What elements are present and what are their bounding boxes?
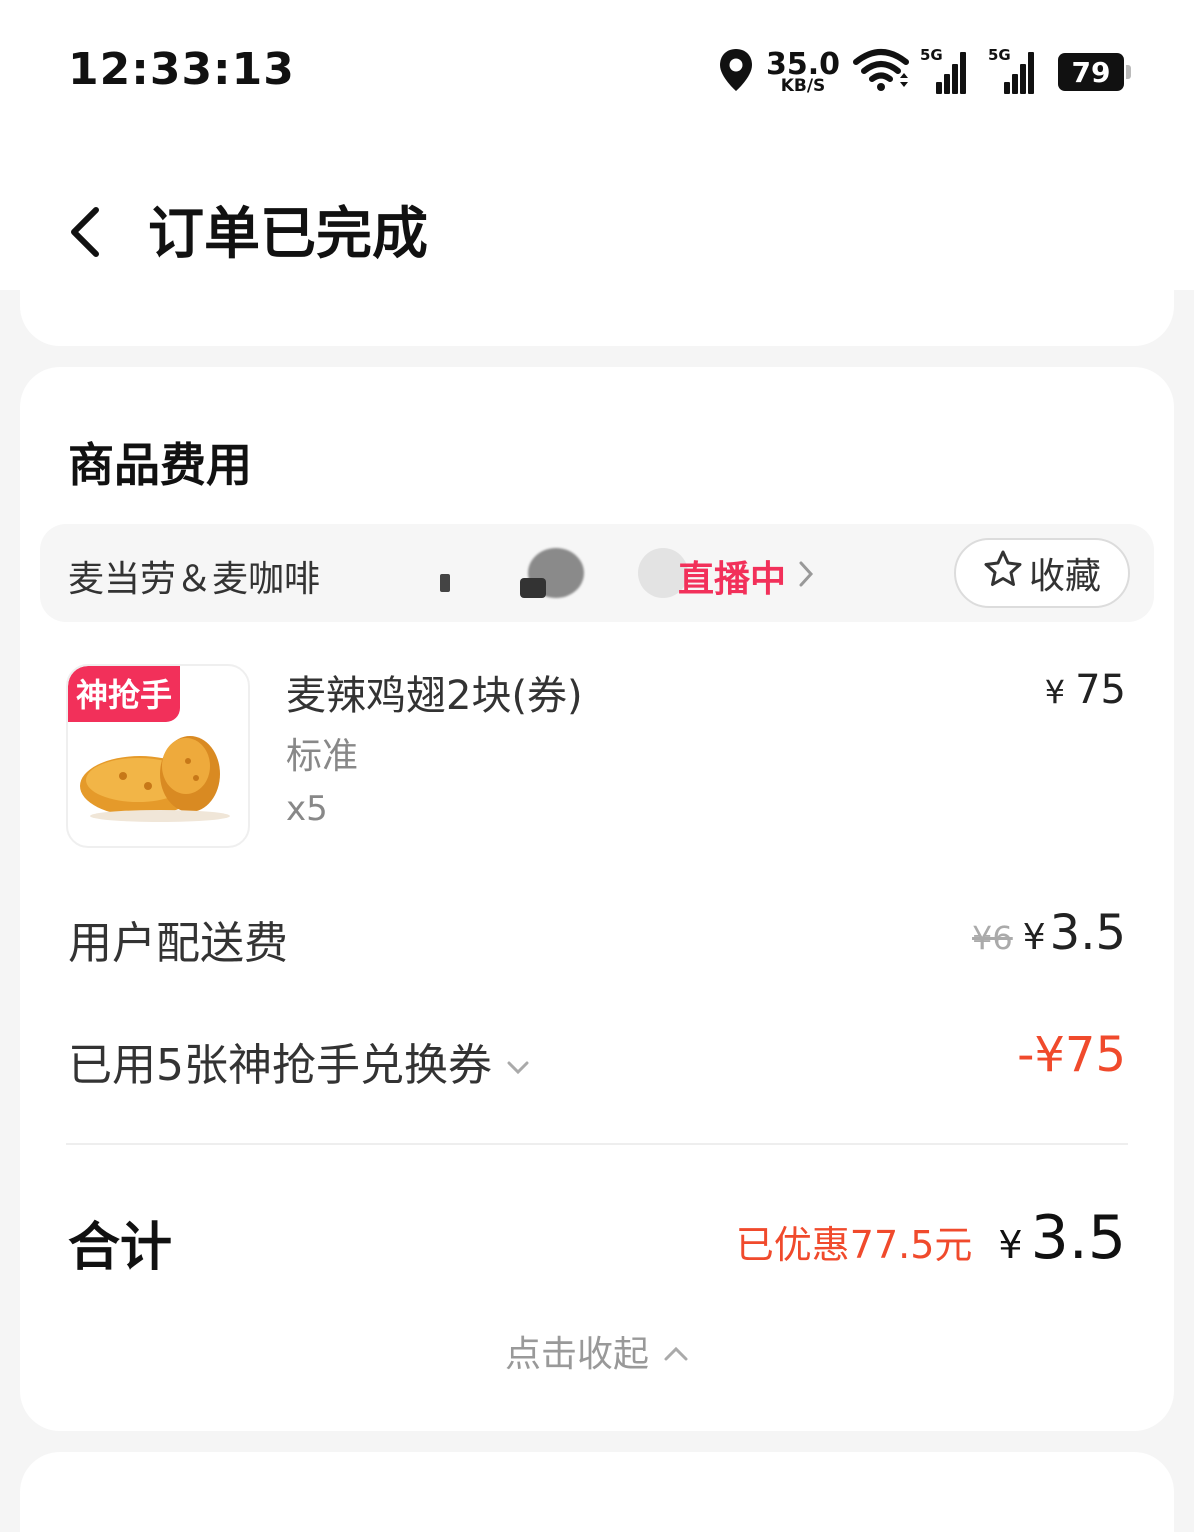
product-image[interactable]: 神抢手 xyxy=(66,664,250,848)
blurred-avatars xyxy=(400,538,690,608)
store-name: 麦当劳＆麦咖啡 xyxy=(68,559,321,600)
section-title: 商品费用 xyxy=(68,438,252,492)
favorite-label: 收藏 xyxy=(1028,556,1101,597)
promo-tag: 神抢手 xyxy=(68,666,181,722)
chevron-up-icon xyxy=(663,1331,689,1372)
signal-sim2-icon: 5G xyxy=(988,46,1046,94)
product-price: ¥75 xyxy=(1045,667,1126,713)
sim2-label: 5G xyxy=(988,46,1011,64)
back-button[interactable] xyxy=(64,202,124,266)
net-speed-unit: KB/S xyxy=(780,75,826,96)
divider xyxy=(66,1143,1128,1145)
top-bar: 12:33:13 35.0 KB/S 5G 5G 79 订单已完成 xyxy=(0,0,1194,290)
status-time: 12:33:13 xyxy=(68,44,295,95)
total-currency: ¥ xyxy=(998,1223,1023,1267)
total-value: 3.5 xyxy=(1030,1203,1126,1273)
star-icon xyxy=(983,549,1023,598)
live-label: 直播中 xyxy=(678,559,787,600)
page-title: 订单已完成 xyxy=(148,202,428,267)
battery-icon: 79 xyxy=(1058,53,1131,91)
fee-card: 商品费用 麦当劳＆麦咖啡 直播中 收藏 神抢手 麦辣鸡翅2块(券) 标准 x5 … xyxy=(20,367,1174,1431)
status-icons: 35.0 KB/S 5G 5G 79 xyxy=(718,44,1131,100)
store-row[interactable]: 麦当劳＆麦咖啡 直播中 收藏 xyxy=(40,524,1154,622)
collapse-label: 点击收起 xyxy=(504,1334,649,1375)
delivery-fee-label: 用户配送费 xyxy=(68,918,288,969)
product-price-value: 75 xyxy=(1075,667,1126,713)
net-speed-value: 35.0 xyxy=(765,46,840,82)
delivery-fee-currency: ¥ xyxy=(1022,917,1046,958)
product-spec: 标准 xyxy=(286,736,359,777)
previous-card xyxy=(20,260,1174,346)
favorite-button[interactable]: 收藏 xyxy=(954,538,1130,608)
wifi-icon xyxy=(852,48,910,96)
chevron-left-icon xyxy=(64,204,104,264)
coupon-row-toggle[interactable]: 已用5张神抢手兑换券 xyxy=(68,1029,530,1093)
net-speed: 35.0 KB/S xyxy=(765,46,840,96)
chevron-down-icon xyxy=(506,1036,530,1087)
product-quantity: x5 xyxy=(286,789,328,829)
delivery-fee: ¥6 ¥3.5 xyxy=(972,905,1126,961)
coupon-amount: -¥75 xyxy=(1017,1027,1126,1083)
coupon-label: 已用5张神抢手兑换券 xyxy=(68,1040,492,1091)
next-card xyxy=(20,1452,1174,1532)
location-icon xyxy=(718,47,754,97)
battery-level: 79 xyxy=(1071,55,1111,89)
total-amount: ¥3.5 xyxy=(998,1203,1126,1273)
chevron-right-icon xyxy=(798,556,814,597)
total-label: 合计 xyxy=(68,1218,173,1278)
signal-sim1-icon: 5G xyxy=(920,46,978,94)
product-price-currency: ¥ xyxy=(1044,673,1066,711)
delivery-fee-value: 3.5 xyxy=(1049,905,1126,961)
saved-amount: 已优惠77.5元 xyxy=(735,1223,973,1267)
product-name[interactable]: 麦辣鸡翅2块(券) xyxy=(286,663,583,721)
total: 已优惠77.5元 ¥3.5 xyxy=(736,1203,1126,1273)
sim1-label: 5G xyxy=(920,46,943,64)
live-status-link[interactable]: 直播中 xyxy=(678,550,814,602)
collapse-button[interactable]: 点击收起 xyxy=(20,1325,1174,1377)
delivery-fee-amount: ¥3.5 xyxy=(1023,905,1126,961)
delivery-fee-original: ¥6 xyxy=(972,919,1013,957)
